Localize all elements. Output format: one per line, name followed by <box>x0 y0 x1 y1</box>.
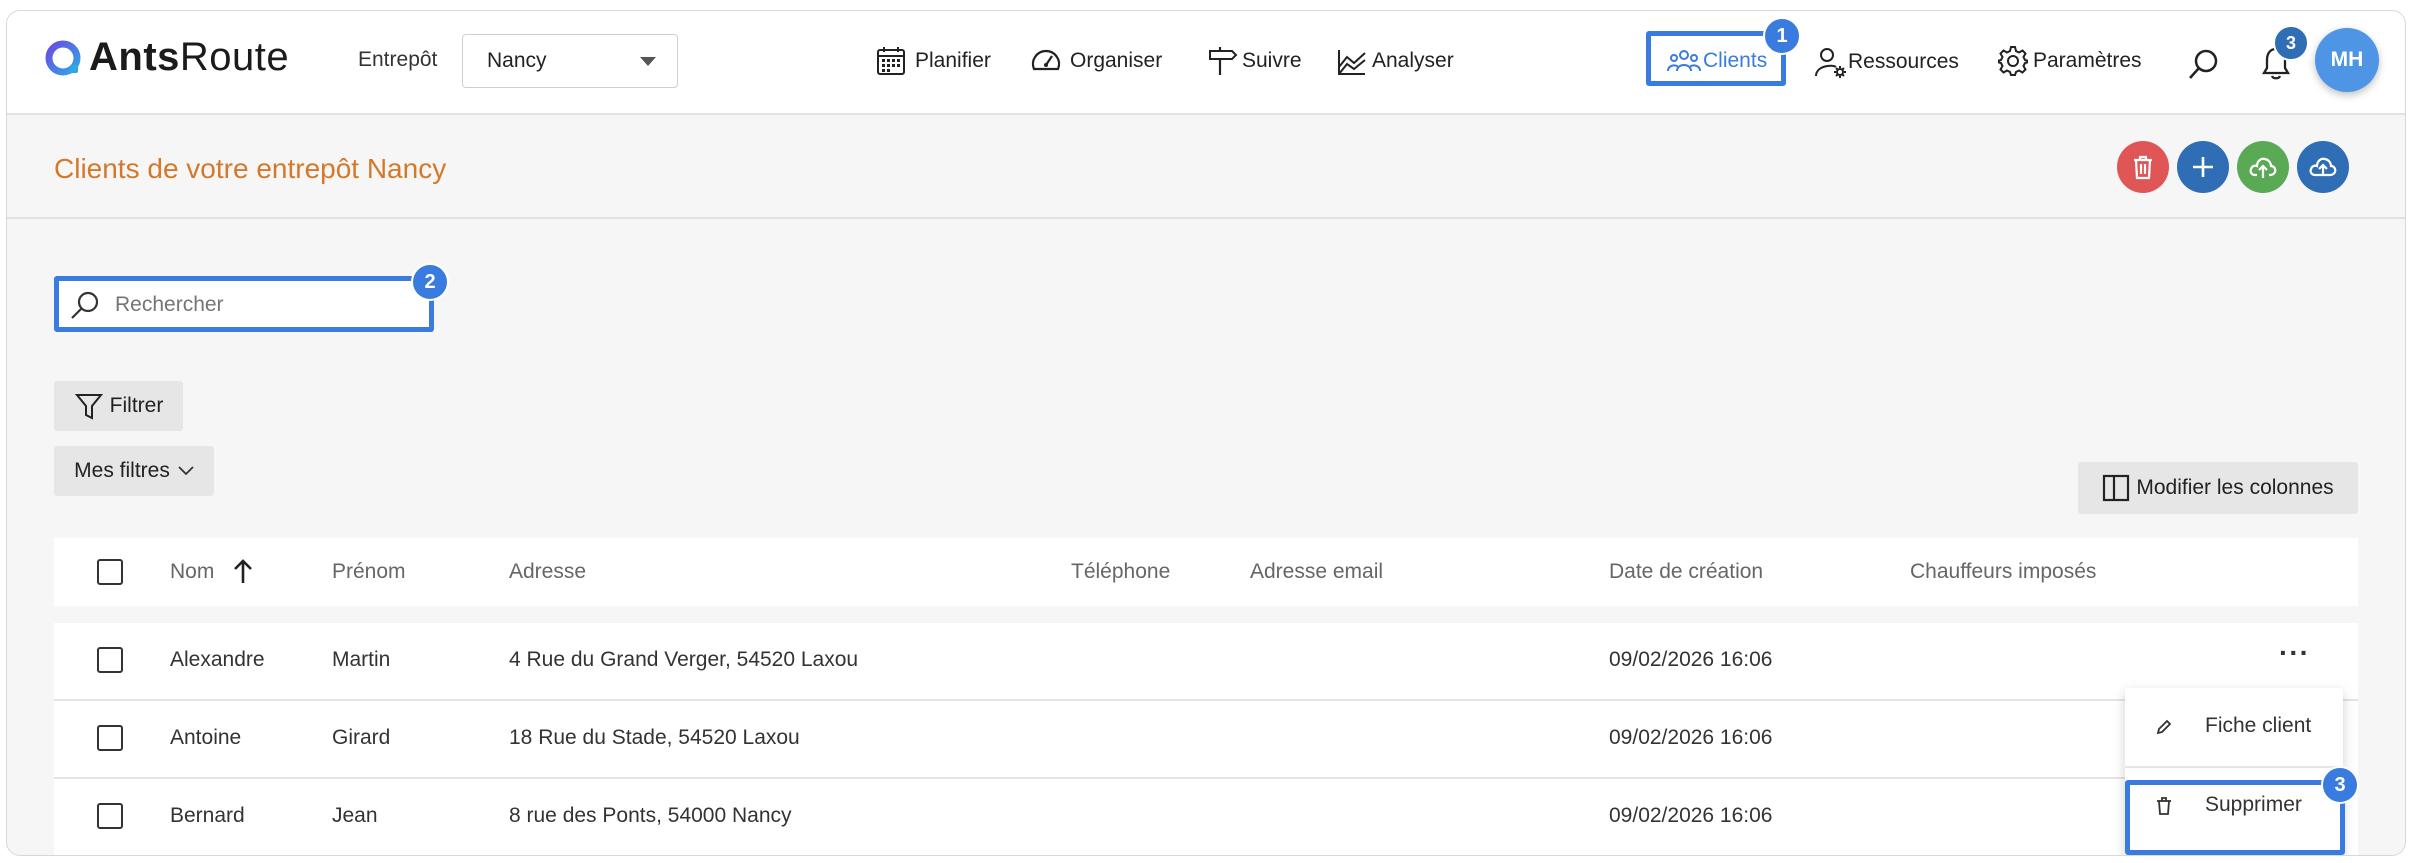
filter-button[interactable]: Filtrer <box>54 381 183 431</box>
nav-analyser-label: Analyser <box>1372 49 1454 72</box>
step-highlight-delete <box>2125 780 2345 855</box>
table-header: Nom Prénom Adresse Téléphone Adresse ema… <box>54 538 2358 606</box>
column-header-email[interactable]: Adresse email <box>1250 560 1383 584</box>
funnel-icon <box>74 394 103 420</box>
select-all-checkbox[interactable] <box>97 559 123 585</box>
step-badge-3: 3 <box>2321 766 2359 804</box>
calendar-icon <box>877 47 905 75</box>
cell-prenom: Martin <box>332 648 391 671</box>
nav-ressources[interactable]: Ressources <box>1814 45 1959 79</box>
export-button[interactable] <box>2297 141 2349 193</box>
speedometer-icon <box>1031 49 1061 71</box>
cloud-upload-alt-icon <box>2309 157 2337 177</box>
nav-parametres-label: Paramètres <box>2033 49 2142 72</box>
cloud-upload-icon <box>2249 157 2277 178</box>
delete-button[interactable] <box>2117 141 2169 193</box>
chart-icon <box>1338 50 1366 75</box>
gear-icon <box>1998 46 2028 76</box>
row-checkbox[interactable] <box>97 803 123 829</box>
brand-name-bold: Ants <box>89 35 180 79</box>
cell-adresse: 8 rue des Ponts, 54000 Nancy <box>509 804 792 827</box>
ants-logo-icon <box>45 40 81 75</box>
cell-date: 09/02/2026 16:06 <box>1609 648 1773 671</box>
user-avatar[interactable]: MH <box>2315 28 2379 92</box>
notification-count-badge: 3 <box>2273 25 2309 61</box>
menu-item-edit[interactable]: Fiche client <box>2125 688 2343 766</box>
warehouse-select[interactable]: Nancy <box>462 34 678 88</box>
step-badge-1: 1 <box>1763 17 1801 55</box>
nav-parametres[interactable]: Paramètres <box>1997 45 2142 77</box>
columns-icon <box>2103 474 2130 502</box>
plus-icon <box>2193 157 2213 177</box>
nav-planifier-label: Planifier <box>915 49 991 72</box>
nav-suivre-label: Suivre <box>1242 49 1302 72</box>
row-checkbox[interactable] <box>97 647 123 673</box>
cell-adresse: 4 Rue du Grand Verger, 54520 Laxou <box>509 648 859 671</box>
cell-adresse: 18 Rue du Stade, 54520 Laxou <box>509 726 800 749</box>
row-more-button[interactable]: ··· <box>2279 637 2310 669</box>
app-window: AntsRoute Entrepôt Nancy Planifier Organ… <box>6 10 2406 856</box>
cell-date: 09/02/2026 16:06 <box>1609 726 1773 749</box>
step-badge-2: 2 <box>411 263 449 301</box>
user-settings-icon <box>1815 48 1846 78</box>
warehouse-label: Entrepôt <box>358 48 438 71</box>
top-bar: AntsRoute Entrepôt Nancy Planifier Organ… <box>7 11 2405 115</box>
chevron-down-icon <box>640 57 656 66</box>
add-client-button[interactable] <box>2177 141 2229 193</box>
column-header-telephone[interactable]: Téléphone <box>1071 560 1170 584</box>
edit-columns-button[interactable]: Modifier les colonnes <box>2078 462 2358 514</box>
nav-ressources-label: Ressources <box>1848 50 1959 73</box>
cell-nom: Alexandre <box>170 648 265 671</box>
my-filters-label: Mes filtres <box>74 459 170 482</box>
cell-nom: Antoine <box>170 726 242 749</box>
cell-prenom: Girard <box>332 726 391 749</box>
table-row[interactable]: Antoine Girard 18 Rue du Stade, 54520 La… <box>54 701 2358 779</box>
nav-organiser-label: Organiser <box>1070 49 1163 72</box>
menu-item-edit-label: Fiche client <box>2205 714 2312 737</box>
logo[interactable]: AntsRoute <box>43 35 289 80</box>
my-filters-button[interactable]: Mes filtres <box>54 446 214 496</box>
trash-icon <box>2134 155 2152 180</box>
table-row[interactable]: Alexandre Martin 4 Rue du Grand Verger, … <box>54 623 2358 701</box>
column-header-nom[interactable]: Nom <box>170 560 214 584</box>
signpost-icon <box>1209 47 1238 75</box>
cell-nom: Bernard <box>170 804 245 827</box>
row-checkbox[interactable] <box>97 725 123 751</box>
column-header-date[interactable]: Date de création <box>1609 560 1763 584</box>
sort-ascending-icon[interactable] <box>232 558 254 584</box>
table-row[interactable]: Bernard Jean 8 rue des Ponts, 54000 Nanc… <box>54 779 2358 855</box>
import-button[interactable] <box>2237 141 2289 193</box>
chevron-down-icon <box>178 466 194 476</box>
nav-suivre[interactable]: Suivre <box>1206 45 1302 77</box>
nav-planifier[interactable]: Planifier <box>875 45 991 77</box>
column-header-chauffeurs[interactable]: Chauffeurs imposés <box>1910 560 2096 584</box>
nav-analyser[interactable]: Analyser <box>1336 45 1454 77</box>
filter-button-label: Filtrer <box>109 394 164 417</box>
pencil-icon <box>2156 719 2172 735</box>
warehouse-select-value: Nancy <box>487 49 547 72</box>
nav-organiser[interactable]: Organiser <box>1030 45 1162 77</box>
cell-date: 09/02/2026 16:06 <box>1609 804 1773 827</box>
brand-name-light: Route <box>179 35 290 79</box>
column-header-adresse[interactable]: Adresse <box>509 560 586 584</box>
page-title: Clients de votre entrepôt Nancy <box>54 153 447 184</box>
search-icon[interactable] <box>2187 47 2221 81</box>
edit-columns-label: Modifier les colonnes <box>2136 476 2334 499</box>
column-header-prenom[interactable]: Prénom <box>332 560 406 584</box>
step-highlight-search <box>54 276 434 332</box>
cell-prenom: Jean <box>332 804 378 827</box>
page-header: Clients de votre entrepôt Nancy <box>7 115 2405 219</box>
